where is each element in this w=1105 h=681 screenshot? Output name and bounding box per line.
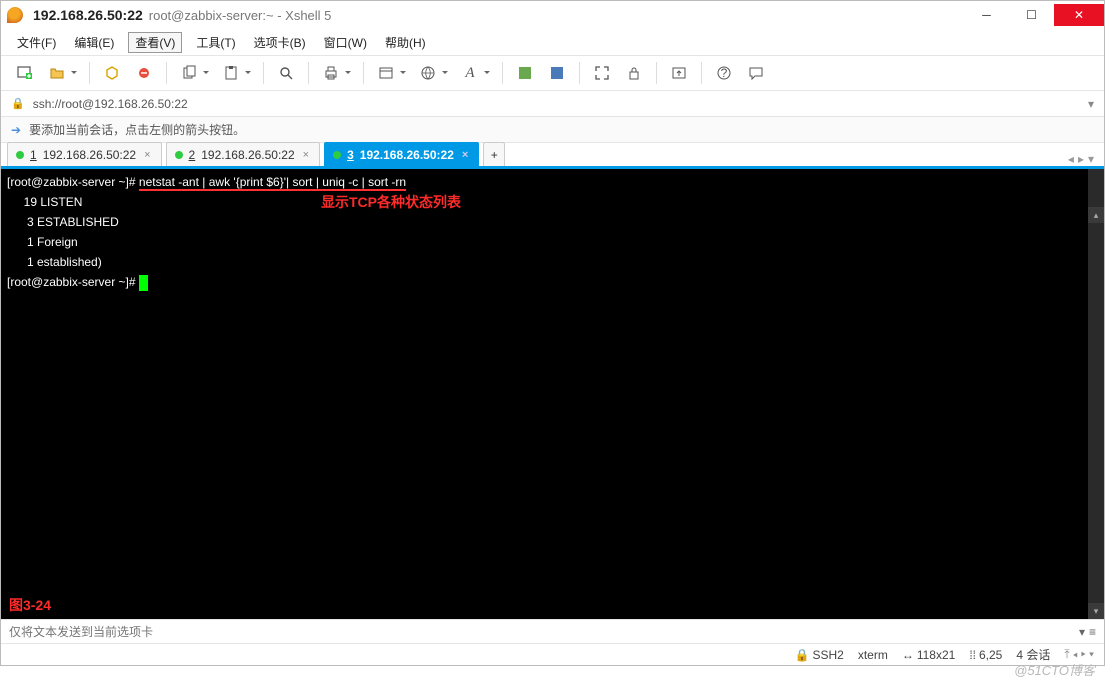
compose-menu-icon[interactable]: ≡ xyxy=(1089,625,1096,639)
menu-view[interactable]: 查看(V) xyxy=(128,32,182,53)
output-line: 1 established) xyxy=(7,255,102,269)
status-dot-icon xyxy=(333,151,341,159)
title-path: root@zabbix-server:~ - Xshell 5 xyxy=(149,8,332,23)
feedback-icon[interactable] xyxy=(742,60,770,86)
minimize-button[interactable]: ─ xyxy=(964,4,1009,26)
address-bar: 🔒 ssh://root@192.168.26.50:22 ▾ xyxy=(1,91,1104,117)
separator xyxy=(701,62,702,84)
print-icon[interactable] xyxy=(317,60,345,86)
separator xyxy=(502,62,503,84)
svg-text:?: ? xyxy=(721,66,728,80)
tab-number: 3 xyxy=(347,148,354,162)
toolbar: A ? xyxy=(1,55,1104,91)
compose-bar: ▾ ≡ xyxy=(1,619,1104,643)
status-bar: 🔒 SSH2 xterm ↔ 118x21 ⁞⁞ 6,25 4 会话 ⤒ ◂ ▸… xyxy=(1,643,1104,665)
compose-dropdown-icon[interactable]: ▾ xyxy=(1079,625,1085,639)
titlebar: 192.168.26.50:22 root@zabbix-server:~ - … xyxy=(1,1,1104,29)
transfer-icon[interactable] xyxy=(665,60,693,86)
menu-tools[interactable]: 工具(T) xyxy=(192,32,239,53)
output-line: 1 Foreign xyxy=(7,235,78,249)
properties-icon[interactable] xyxy=(372,60,400,86)
output-line: 19 LISTEN xyxy=(7,195,82,209)
color1-icon[interactable] xyxy=(511,60,539,86)
close-button[interactable]: ✕ xyxy=(1054,4,1104,26)
tab-label: 192.168.26.50:22 xyxy=(360,148,454,162)
menu-edit[interactable]: 编辑(E) xyxy=(70,32,118,53)
status-dot-icon xyxy=(16,151,24,159)
separator xyxy=(308,62,309,84)
tab-bar: 1 192.168.26.50:22 × 2 192.168.26.50:22 … xyxy=(1,143,1104,169)
cursor-icon xyxy=(139,275,148,291)
maximize-button[interactable]: ☐ xyxy=(1009,4,1054,26)
tab-number: 1 xyxy=(30,148,37,162)
menu-help[interactable]: 帮助(H) xyxy=(381,32,430,53)
separator xyxy=(166,62,167,84)
tab-close-icon[interactable]: × xyxy=(144,149,150,161)
tab-prev-icon[interactable]: ◂ xyxy=(1068,152,1074,166)
new-session-icon[interactable] xyxy=(11,60,39,86)
address-dropdown-icon[interactable]: ▾ xyxy=(1088,97,1094,111)
tab-close-icon[interactable]: × xyxy=(462,149,468,161)
separator xyxy=(263,62,264,84)
disconnect-icon[interactable] xyxy=(130,60,158,86)
app-icon xyxy=(7,7,23,23)
scroll-down-icon[interactable]: ▾ xyxy=(1088,603,1104,619)
paste-icon[interactable] xyxy=(217,60,245,86)
menu-window[interactable]: 窗口(W) xyxy=(320,32,371,53)
search-icon[interactable] xyxy=(272,60,300,86)
status-size: ↔ 118x21 xyxy=(902,648,955,662)
terminal[interactable]: [root@zabbix-server ~]# netstat -ant | a… xyxy=(1,169,1104,619)
figure-label: 图3-24 xyxy=(9,596,51,615)
font-icon[interactable]: A xyxy=(456,60,484,86)
hint-arrow-icon[interactable]: ➔ xyxy=(11,123,21,137)
status-proto: 🔒 SSH2 xyxy=(795,648,844,662)
separator xyxy=(656,62,657,84)
session-tab-2[interactable]: 2 192.168.26.50:22 × xyxy=(166,142,321,166)
tab-list-icon[interactable]: ▾ xyxy=(1088,152,1094,166)
tab-label: 192.168.26.50:22 xyxy=(43,148,136,162)
terminal-scrollbar[interactable]: ▴ ▾ xyxy=(1088,169,1104,619)
output-line: 3 ESTABLISHED xyxy=(7,215,119,229)
tab-close-icon[interactable]: × xyxy=(303,149,309,161)
prompt: [root@zabbix-server ~]# xyxy=(7,175,139,189)
compose-input[interactable] xyxy=(9,625,1073,639)
annotation-label: 显示TCP各种状态列表 xyxy=(321,193,461,212)
open-session-icon[interactable] xyxy=(43,60,71,86)
hint-bar: ➔ 要添加当前会话，点击左侧的箭头按钮。 xyxy=(1,117,1104,143)
status-term: xterm xyxy=(858,648,888,662)
reconnect-icon[interactable] xyxy=(98,60,126,86)
encoding-icon[interactable] xyxy=(414,60,442,86)
separator xyxy=(363,62,364,84)
help-icon[interactable]: ? xyxy=(710,60,738,86)
tab-number: 2 xyxy=(189,148,196,162)
fullscreen-icon[interactable] xyxy=(588,60,616,86)
tab-next-icon[interactable]: ▸ xyxy=(1078,152,1084,166)
prompt: [root@zabbix-server ~]# xyxy=(7,275,139,289)
command: netstat -ant | awk '{print $6}'| sort | … xyxy=(139,175,406,189)
status-dot-icon xyxy=(175,151,183,159)
scroll-up-icon[interactable]: ▴ xyxy=(1088,207,1104,223)
menu-tabs[interactable]: 选项卡(B) xyxy=(250,32,310,53)
session-tab-1[interactable]: 1 192.168.26.50:22 × xyxy=(7,142,162,166)
separator xyxy=(579,62,580,84)
new-tab-button[interactable]: + xyxy=(483,142,505,166)
menubar: 文件(F) 编辑(E) 查看(V) 工具(T) 选项卡(B) 窗口(W) 帮助(… xyxy=(1,29,1104,55)
hint-text: 要添加当前会话，点击左侧的箭头按钮。 xyxy=(29,121,245,138)
session-tab-3[interactable]: 3 192.168.26.50:22 × xyxy=(324,142,479,166)
lock-view-icon[interactable] xyxy=(620,60,648,86)
title-host: 192.168.26.50:22 xyxy=(33,7,143,23)
tab-label: 192.168.26.50:22 xyxy=(201,148,294,162)
status-cursor: ⁞⁞ 6,25 xyxy=(969,648,1002,662)
color2-icon[interactable] xyxy=(543,60,571,86)
lock-icon: 🔒 xyxy=(11,97,25,110)
separator xyxy=(89,62,90,84)
menu-file[interactable]: 文件(F) xyxy=(13,32,60,53)
address-url[interactable]: ssh://root@192.168.26.50:22 xyxy=(33,97,1080,111)
watermark: @51CTO博客 xyxy=(1014,660,1095,679)
copy-icon[interactable] xyxy=(175,60,203,86)
